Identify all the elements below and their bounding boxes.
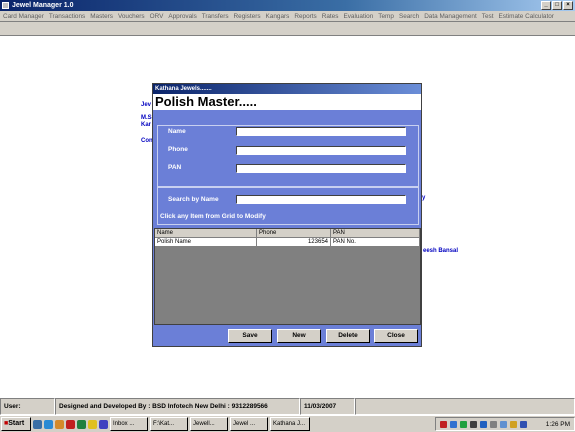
polish-grid[interactable]: Name Phone PAN Polish Name 123654 PAN No…: [154, 228, 421, 325]
table-row[interactable]: Polish Name 123654 PAN No.: [155, 238, 420, 247]
bg-text-kar: Kar: [141, 122, 152, 128]
name-label: Name: [168, 128, 186, 135]
menu-kangars[interactable]: Kangars: [266, 13, 290, 20]
minimize-button[interactable]: _: [541, 1, 551, 10]
tray-icon-9[interactable]: [520, 421, 527, 428]
phone-label: Phone: [168, 146, 188, 153]
status-user: User:: [0, 398, 55, 415]
menu-transfers[interactable]: Transfers: [202, 13, 229, 20]
polish-master-dialog: Kathana Jewels....... Polish Master.....…: [152, 83, 422, 347]
bg-text-ms: M.S: [141, 115, 152, 121]
toolbar: [0, 22, 575, 36]
app-title: Jewel Manager 1.0: [12, 2, 74, 9]
grid-hint: Click any Item from Grid to Modify: [160, 213, 266, 220]
pan-field[interactable]: [236, 164, 406, 173]
bg-text-bansal: eesh Bansal: [423, 248, 459, 254]
search-label: Search by Name: [168, 196, 219, 203]
menu-card-manager[interactable]: Card Manager: [3, 13, 44, 20]
media-icon[interactable]: [66, 419, 75, 429]
start-button[interactable]: ■Start: [1, 417, 31, 431]
menu-rates[interactable]: Rates: [322, 13, 339, 20]
tray-icon-5[interactable]: [480, 421, 487, 428]
delete-button[interactable]: Delete: [326, 329, 370, 343]
pan-label: PAN: [168, 164, 182, 171]
menu-approvals[interactable]: Approvals: [168, 13, 196, 20]
menu-vouchers[interactable]: Vouchers: [118, 13, 145, 20]
system-tray: 1:26 PM: [435, 417, 575, 431]
ie-icon[interactable]: [44, 419, 53, 429]
tray-icon-8[interactable]: [510, 421, 517, 428]
status-date: 11/03/2007: [300, 398, 355, 415]
menu-reports[interactable]: Reports: [294, 13, 316, 20]
menu-evaluation[interactable]: Evaluation: [343, 13, 373, 20]
tray-icon-3[interactable]: [460, 421, 467, 428]
taskbar: ■Start Inbox ... F:\Kat... Jewell... Jew…: [0, 415, 575, 432]
col-header-pan[interactable]: PAN: [331, 229, 420, 238]
menu-transactions[interactable]: Transactions: [49, 13, 85, 20]
tray-icon-6[interactable]: [490, 421, 497, 428]
app-icon-1[interactable]: [77, 419, 86, 429]
name-field[interactable]: [236, 127, 406, 136]
search-input[interactable]: [236, 195, 406, 204]
app-icon-2[interactable]: [88, 419, 97, 429]
menu-temp[interactable]: Temp: [378, 13, 394, 20]
new-button[interactable]: New: [277, 329, 321, 343]
menu-registers[interactable]: Registers: [234, 13, 261, 20]
close-button[interactable]: Close: [374, 329, 418, 343]
maximize-button[interactable]: □: [552, 1, 562, 10]
bg-text-y: y: [422, 195, 426, 201]
menu-orv[interactable]: ORV: [150, 13, 164, 20]
menu-search[interactable]: Search: [399, 13, 419, 20]
dialog-title-bar: Kathana Jewels.......: [153, 84, 421, 94]
task-explorer[interactable]: F:\Kat...: [150, 417, 188, 431]
clock: 1:26 PM: [545, 421, 570, 428]
cell-phone[interactable]: 123654: [257, 238, 331, 247]
tray-icon-4[interactable]: [470, 421, 477, 428]
status-empty: [355, 398, 575, 415]
phone-field[interactable]: [236, 146, 406, 155]
task-inbox[interactable]: Inbox ...: [110, 417, 148, 431]
col-header-name[interactable]: Name: [155, 229, 257, 238]
menu-test[interactable]: Test: [482, 13, 494, 20]
app-icon: [2, 2, 9, 9]
task-kathana[interactable]: Kathana J...: [270, 417, 310, 431]
save-button[interactable]: Save: [228, 329, 272, 343]
cell-pan[interactable]: PAN No.: [331, 238, 420, 247]
app-icon-3[interactable]: [99, 419, 108, 429]
status-bar: User: Designed and Developed By : BSD In…: [0, 398, 575, 415]
status-designer: Designed and Developed By : BSD Infotech…: [55, 398, 300, 415]
menu-estimate-calculator[interactable]: Estimate Calculator: [499, 13, 554, 20]
bg-text-jew: Jev: [141, 102, 152, 108]
explorer-icon[interactable]: [55, 419, 64, 429]
app-title-bar: Jewel Manager 1.0 _ □ ×: [0, 0, 575, 11]
task-jewel[interactable]: Jewel ...: [230, 417, 268, 431]
grid-header: Name Phone PAN: [155, 229, 420, 238]
tray-icon-1[interactable]: [440, 421, 447, 428]
menu-masters[interactable]: Masters: [90, 13, 113, 20]
close-window-button[interactable]: ×: [563, 1, 573, 10]
menu-data-management[interactable]: Data Management: [424, 13, 477, 20]
desktop-icon[interactable]: [33, 419, 42, 429]
dialog-header: Polish Master.....: [153, 94, 421, 110]
menu-bar: Card Manager Transactions Masters Vouche…: [0, 11, 575, 22]
tray-icon-2[interactable]: [450, 421, 457, 428]
button-bar: Save New Delete Close: [153, 325, 421, 346]
cell-name[interactable]: Polish Name: [155, 238, 257, 247]
bg-text-con: Con: [141, 138, 153, 144]
col-header-phone[interactable]: Phone: [257, 229, 331, 238]
task-jewell[interactable]: Jewell...: [190, 417, 228, 431]
tray-icon-7[interactable]: [500, 421, 507, 428]
